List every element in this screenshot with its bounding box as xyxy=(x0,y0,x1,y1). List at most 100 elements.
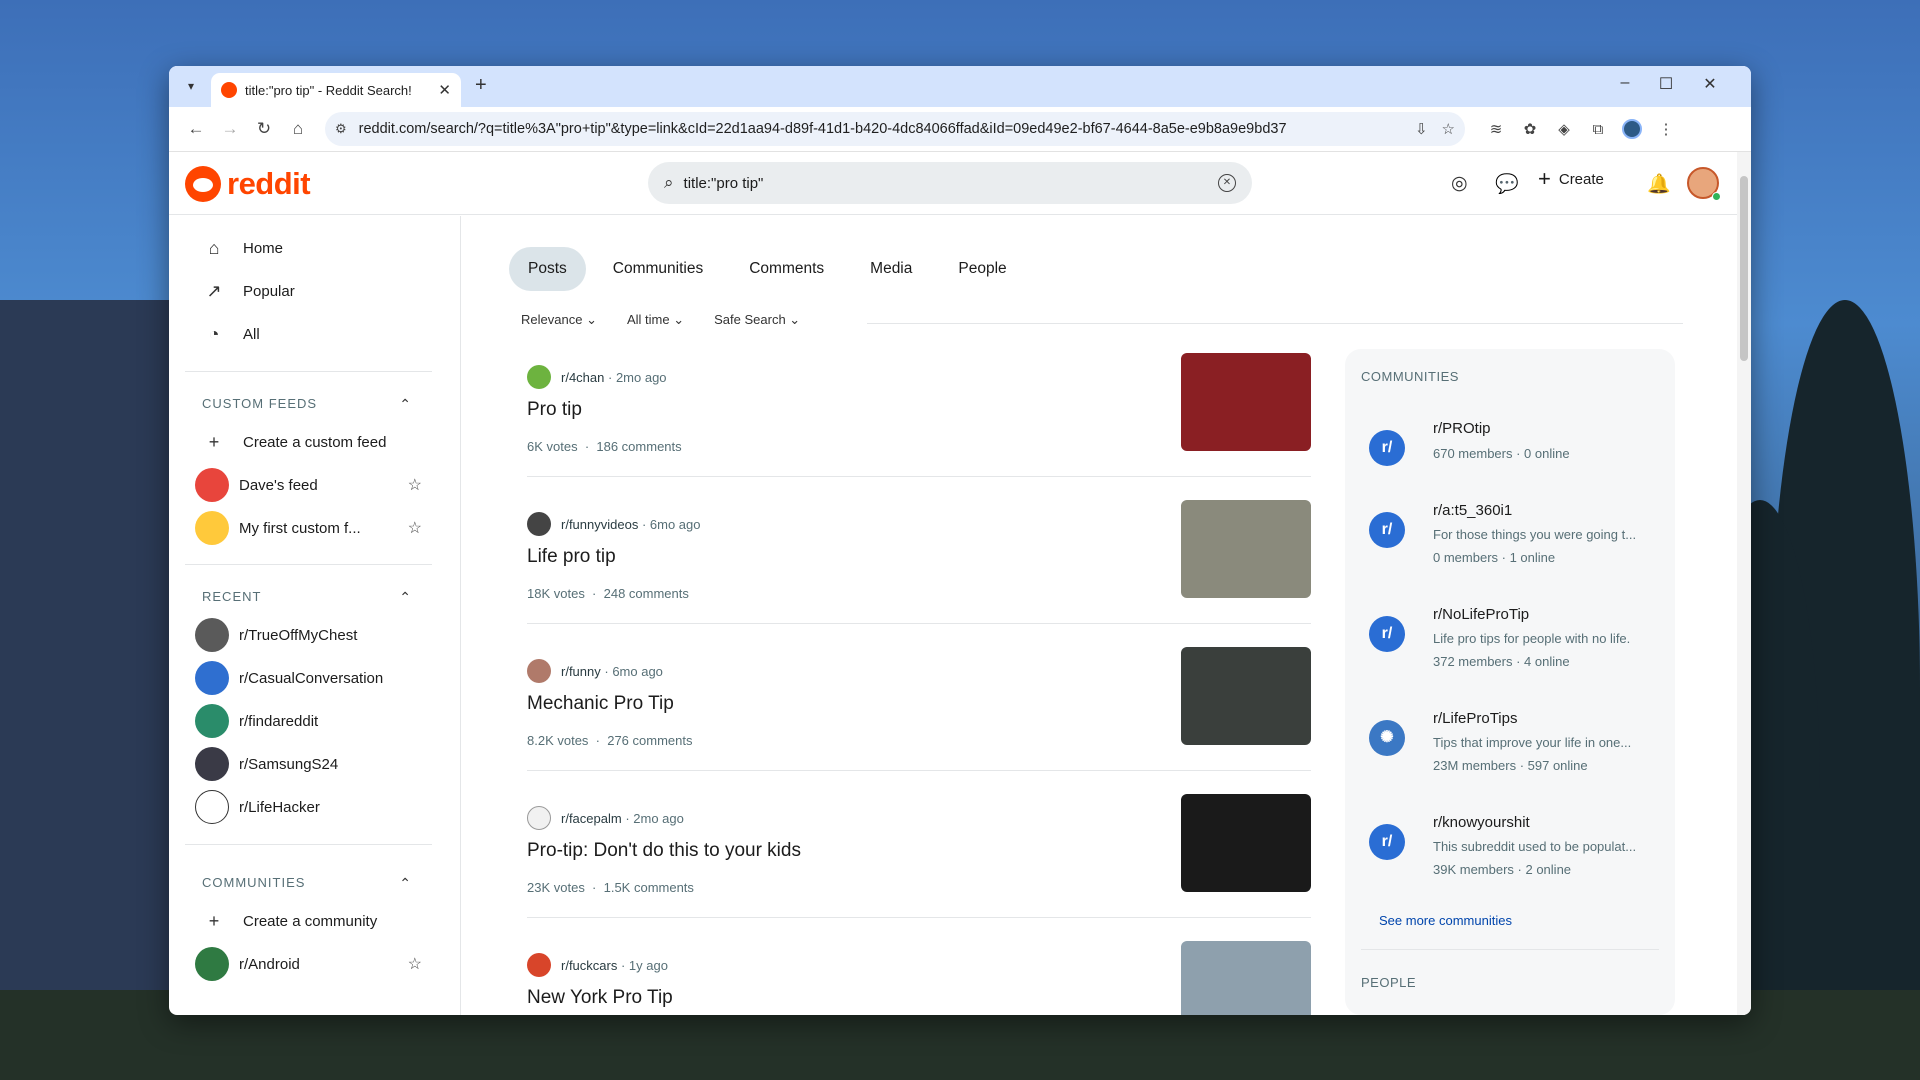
post-result[interactable]: r/fuckcars · 1y ago New York Pro Tip xyxy=(527,941,1311,1015)
post-age: 2mo ago xyxy=(633,810,684,826)
post-thumbnail[interactable] xyxy=(1181,500,1311,598)
post-thumbnail[interactable] xyxy=(1181,941,1311,1015)
forward-button[interactable]: → xyxy=(213,112,247,146)
extensions-puzzle-icon[interactable]: ⧉ xyxy=(1581,112,1615,146)
favorite-star-icon[interactable]: ☆ xyxy=(408,475,422,495)
post-age: 1y ago xyxy=(628,957,668,973)
search-input[interactable]: ⌕ title:"pro tip" ✕ xyxy=(648,162,1252,204)
tab-people[interactable]: People xyxy=(939,247,1025,291)
install-app-icon[interactable]: ⇩ xyxy=(1415,120,1428,138)
maximize-button[interactable]: ☐ xyxy=(1656,74,1676,94)
post-subreddit[interactable]: r/funny xyxy=(561,664,601,679)
sort-dropdown[interactable]: Relevance ⌄ xyxy=(521,312,597,328)
scrollbar-thumb[interactable] xyxy=(1740,176,1748,361)
notifications-bell-icon[interactable]: 🔔 xyxy=(1647,172,1671,196)
safe-search-dropdown[interactable]: Safe Search ⌄ xyxy=(714,312,800,328)
see-more-communities-link[interactable]: See more communities xyxy=(1379,913,1512,928)
recent-community-item[interactable]: r/findareddit xyxy=(181,702,436,740)
sidebar-item-home[interactable]: ⌂ Home xyxy=(181,229,436,267)
browser-menu-icon[interactable]: ⋮ xyxy=(1649,112,1683,146)
custom-feed-item[interactable]: Dave's feed ☆ xyxy=(181,466,436,504)
home-button[interactable]: ⌂ xyxy=(281,112,315,146)
reddit-logo-text: reddit xyxy=(227,166,311,201)
people-panel-heading: PEOPLE xyxy=(1361,975,1417,990)
filter-label: Safe Search xyxy=(714,312,786,327)
search-type-tabs: Posts Communities Comments Media People xyxy=(509,247,1034,291)
post-thumbnail[interactable] xyxy=(1181,794,1311,892)
minimize-button[interactable]: – xyxy=(1615,74,1635,92)
extension-flower-icon[interactable]: ✿ xyxy=(1513,112,1547,146)
post-age: 6mo ago xyxy=(649,516,701,532)
sidebar-item-label: Home xyxy=(243,239,284,257)
post-subreddit[interactable]: r/facepalm xyxy=(561,811,622,826)
reload-button[interactable]: ↻ xyxy=(247,112,281,146)
custom-feed-item[interactable]: My first custom f... ☆ xyxy=(181,509,436,547)
post-subreddit[interactable]: r/fuckcars xyxy=(561,958,617,973)
sidebar-item-all[interactable]: ◔ All xyxy=(181,315,436,353)
extension-layers-icon[interactable]: ≋ xyxy=(1479,112,1513,146)
community-stats: 23M members · 597 online xyxy=(1433,758,1588,773)
clear-search-icon[interactable]: ✕ xyxy=(1218,174,1236,192)
chevron-up-icon[interactable]: ⌃ xyxy=(399,875,412,892)
new-tab-button[interactable]: + xyxy=(475,74,487,97)
post-subreddit[interactable]: r/4chan xyxy=(561,370,604,385)
profile-button[interactable] xyxy=(1615,112,1649,146)
tab-close-icon[interactable]: ✕ xyxy=(438,81,451,99)
communities-section-header[interactable]: COMMUNITIES ⌃ xyxy=(202,875,412,892)
tab-communities[interactable]: Communities xyxy=(594,247,722,291)
chevron-up-icon[interactable]: ⌃ xyxy=(399,589,412,606)
community-item[interactable]: r/Android ☆ xyxy=(181,945,436,983)
sidebar-item-popular[interactable]: ↗ Popular xyxy=(181,272,436,310)
tab-comments[interactable]: Comments xyxy=(730,247,843,291)
online-status-dot xyxy=(1712,192,1721,201)
community-online: 4 online xyxy=(1524,654,1570,669)
filter-label: All time xyxy=(626,312,670,327)
post-title[interactable]: Pro tip xyxy=(527,399,582,421)
tab-posts[interactable]: Posts xyxy=(509,247,586,291)
post-title[interactable]: Mechanic Pro Tip xyxy=(527,693,674,715)
recent-community-item[interactable]: r/TrueOffMyChest xyxy=(181,616,436,654)
post-title[interactable]: Life pro tip xyxy=(527,546,616,568)
chevron-up-icon[interactable]: ⌃ xyxy=(399,396,412,413)
create-custom-feed-button[interactable]: + Create a custom feed xyxy=(181,423,436,461)
recent-community-item[interactable]: r/SamsungS24 xyxy=(181,745,436,783)
favorite-star-icon[interactable]: ☆ xyxy=(408,518,422,538)
favorite-star-icon[interactable]: ☆ xyxy=(408,954,422,974)
browser-window: ▾ title:"pro tip" - Reddit Search! ✕ + –… xyxy=(169,66,1751,1015)
browser-tab[interactable]: title:"pro tip" - Reddit Search! ✕ xyxy=(211,73,461,107)
create-community-button[interactable]: + Create a community xyxy=(181,902,436,940)
post-result[interactable]: r/funny · 6mo ago Mechanic Pro Tip 8.2K … xyxy=(527,647,1311,794)
recent-community-item[interactable]: r/LifeHacker xyxy=(181,788,436,826)
create-button[interactable]: + Create xyxy=(1538,168,1604,190)
home-icon: ⌂ xyxy=(208,237,220,258)
post-subreddit[interactable]: r/funnyvideos xyxy=(561,517,638,532)
post-stats: 8.2K votes · 276 comments xyxy=(527,733,693,748)
advertise-icon[interactable]: ◎ xyxy=(1451,172,1468,195)
extension-shield-icon[interactable]: ◈ xyxy=(1547,112,1581,146)
chat-icon[interactable]: 💬 xyxy=(1495,172,1519,196)
community-online: 1 online xyxy=(1509,550,1556,565)
custom-feeds-section-header[interactable]: CUSTOM FEEDS ⌃ xyxy=(202,396,412,413)
time-dropdown[interactable]: All time ⌄ xyxy=(627,312,684,328)
post-thumbnail[interactable] xyxy=(1181,353,1311,451)
close-window-button[interactable]: ✕ xyxy=(1700,74,1720,94)
back-button[interactable]: ← xyxy=(179,112,213,146)
post-result[interactable]: r/4chan · 2mo ago Pro tip 6K votes · 186… xyxy=(527,353,1311,500)
reddit-favicon-icon xyxy=(221,82,237,98)
tab-media[interactable]: Media xyxy=(851,247,931,291)
post-result[interactable]: r/funnyvideos · 6mo ago Life pro tip 18K… xyxy=(527,500,1311,647)
site-info-icon[interactable]: ⚙ xyxy=(335,121,347,137)
tab-search-button[interactable]: ▾ xyxy=(181,76,201,96)
section-title: COMMUNITIES xyxy=(202,875,306,890)
post-thumbnail[interactable] xyxy=(1181,647,1311,745)
filters-divider xyxy=(867,323,1683,324)
post-result[interactable]: r/facepalm · 2mo ago Pro-tip: Don't do t… xyxy=(527,794,1311,941)
bookmark-star-icon[interactable]: ☆ xyxy=(1442,120,1455,138)
post-title[interactable]: Pro-tip: Don't do this to your kids xyxy=(527,840,801,862)
post-title[interactable]: New York Pro Tip xyxy=(527,987,673,1009)
recent-section-header[interactable]: RECENT ⌃ xyxy=(202,589,412,606)
address-bar[interactable]: ⚙ reddit.com/search/?q=title%3A"pro+tip"… xyxy=(325,112,1465,146)
reddit-logo[interactable]: reddit xyxy=(185,166,311,202)
recent-community-item[interactable]: r/CasualConversation xyxy=(181,659,436,697)
communities-panel: COMMUNITIES r/ r/PROtip 670 members · 0 … xyxy=(1345,349,1675,1015)
